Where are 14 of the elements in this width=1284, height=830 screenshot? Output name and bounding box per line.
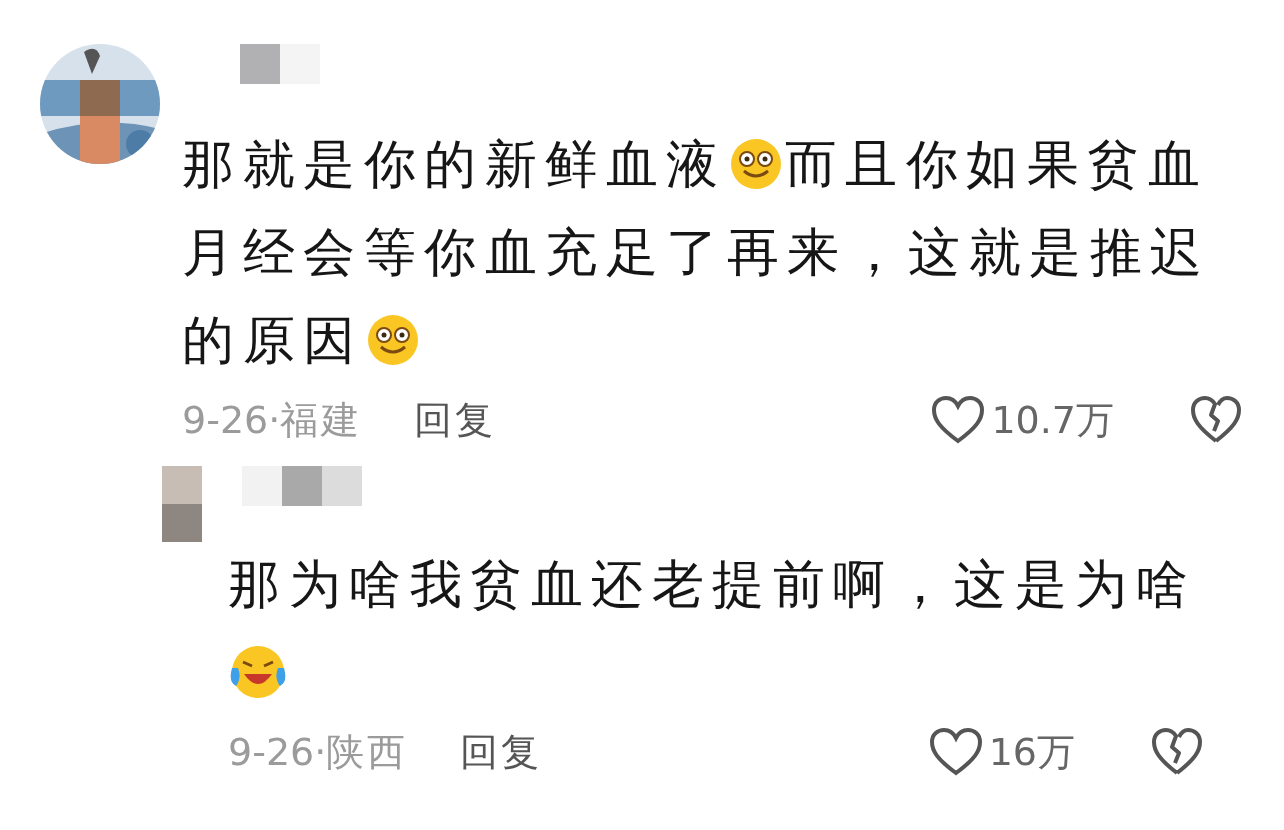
heart-icon[interactable]: [928, 727, 983, 777]
heart-icon[interactable]: [931, 395, 986, 445]
broken-heart-icon[interactable]: [1190, 395, 1242, 445]
comment-date: 9-26·: [182, 398, 281, 442]
comment-location: 福建: [280, 396, 363, 444]
broken-heart-icon[interactable]: [1151, 727, 1203, 777]
comment-date: 9-26·: [228, 730, 327, 774]
comment-location: 陕西: [326, 728, 409, 776]
comment-text: 那为啥我贫血还老提前啊，这是为啥: [228, 540, 1238, 716]
like-count: 16万: [988, 728, 1075, 776]
reply-link[interactable]: 回复: [460, 726, 543, 778]
reply-link[interactable]: 回复: [414, 394, 497, 446]
like-count: 10.7万: [991, 396, 1114, 444]
comment-text: 那就是你的新鲜血液 而且你如果贫血月经会等你血充足了再来，这就是推迟的原因: [182, 133, 1212, 372]
